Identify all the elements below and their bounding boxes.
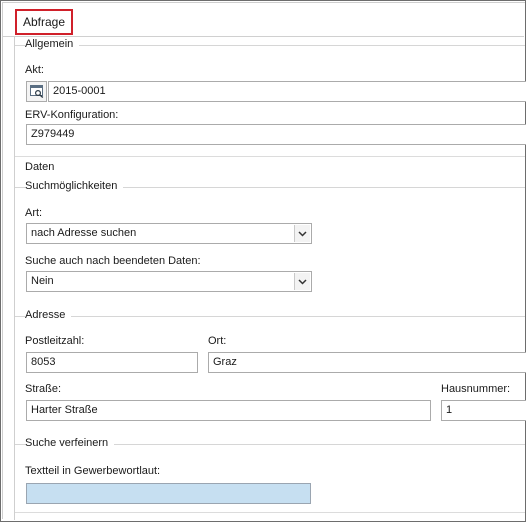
form-content: Allgemein Akt: 2015-0001 ERV-Konfigurati…: [14, 36, 526, 520]
group-title-suchmoeglichkeiten: Suchmöglichkeiten: [25, 180, 124, 192]
tab-abfrage[interactable]: Abfrage: [15, 9, 73, 35]
group-line-allgemein: [15, 45, 525, 46]
group-title-adresse: Adresse: [25, 309, 72, 321]
chevron-down-icon: [298, 278, 307, 285]
beendet-select[interactable]: Nein: [26, 271, 312, 292]
strasse-label: Straße:: [25, 383, 62, 395]
search-lookup-icon: [29, 85, 43, 98]
beendet-label: Suche auch nach beendeten Daten:: [25, 255, 201, 267]
art-select-value: nach Adresse suchen: [31, 227, 137, 239]
postleitzahl-input[interactable]: 8053: [26, 352, 198, 373]
ort-input[interactable]: Graz: [208, 352, 526, 373]
textteil-input[interactable]: [26, 483, 311, 504]
group-title-verfeinern: Suche verfeinern: [25, 437, 115, 449]
hausnummer-label: Hausnummer:: [441, 383, 511, 395]
akt-label: Akt:: [25, 64, 44, 76]
erv-konfiguration-input[interactable]: Z979449: [26, 124, 526, 145]
erv-label: ERV-Konfiguration:: [25, 109, 119, 121]
art-select[interactable]: nach Adresse suchen: [26, 223, 312, 244]
ort-label: Ort:: [208, 335, 227, 347]
beendet-select-arrow[interactable]: [294, 273, 310, 290]
group-title-allgemein: Allgemein: [25, 38, 80, 50]
chevron-down-icon: [298, 230, 307, 237]
hausnummer-input[interactable]: 1: [441, 400, 526, 421]
tab-strip: Abfrage: [3, 3, 524, 37]
divider-bottom: [15, 512, 525, 513]
postleitzahl-label: Postleitzahl:: [25, 335, 85, 347]
art-select-arrow[interactable]: [294, 225, 310, 242]
akt-input[interactable]: 2015-0001: [48, 81, 526, 102]
divider-daten: [15, 156, 525, 157]
section-title-daten: Daten: [25, 161, 55, 173]
group-line-adresse: [15, 316, 525, 317]
akt-lookup-button[interactable]: [26, 81, 47, 102]
strasse-input[interactable]: Harter Straße: [26, 400, 431, 421]
beendet-select-value: Nein: [31, 275, 54, 287]
textteil-label: Textteil in Gewerbewortlaut:: [25, 465, 161, 477]
art-label: Art:: [25, 207, 43, 219]
